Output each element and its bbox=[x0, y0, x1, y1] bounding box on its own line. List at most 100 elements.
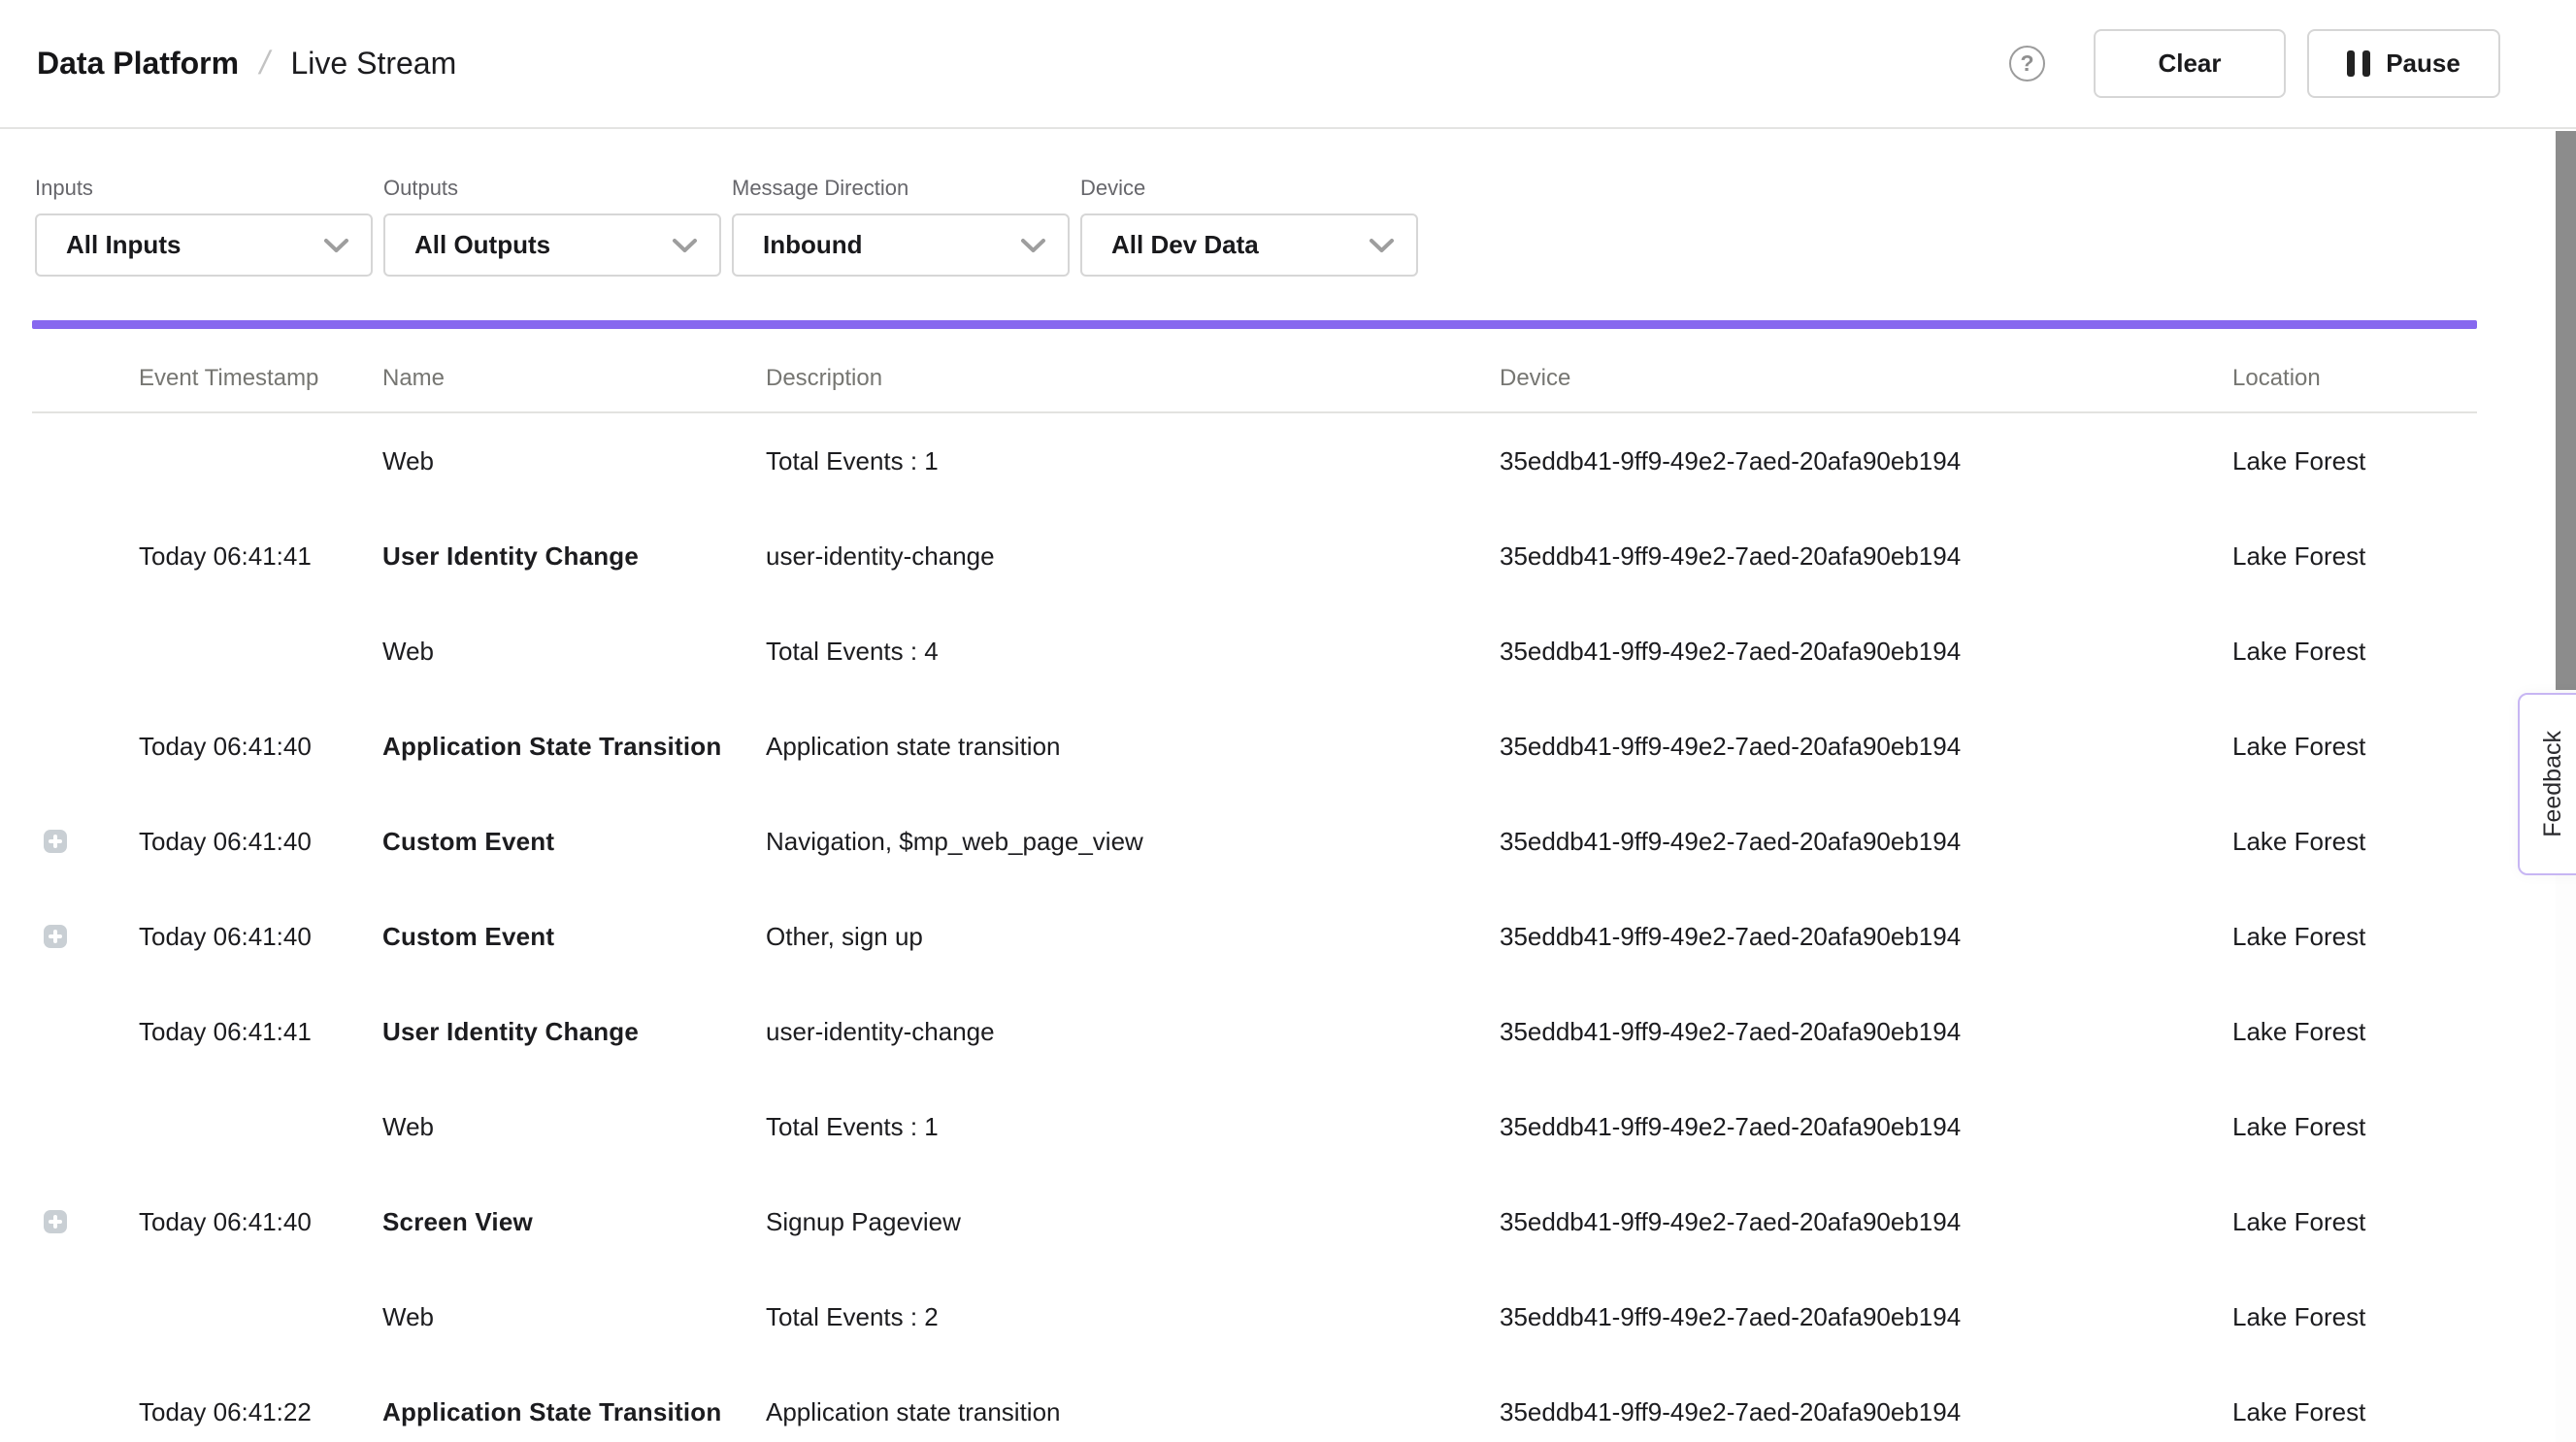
event-device: 35eddb41-9ff9-49e2-7aed-20afa90eb194 bbox=[1500, 1017, 2232, 1047]
event-description: user-identity-change bbox=[766, 1017, 1500, 1047]
stream-progress-bar bbox=[32, 320, 2477, 329]
expand-plus-icon[interactable] bbox=[44, 1210, 67, 1233]
event-description: Total Events : 4 bbox=[766, 637, 1500, 667]
event-timestamp: Today 06:41:40 bbox=[139, 732, 382, 762]
expand-plus-icon[interactable] bbox=[44, 830, 67, 853]
event-name: Screen View bbox=[382, 1207, 766, 1237]
event-timestamp: Today 06:41:41 bbox=[139, 541, 382, 572]
event-device: 35eddb41-9ff9-49e2-7aed-20afa90eb194 bbox=[1500, 1207, 2232, 1237]
event-description: Other, sign up bbox=[766, 922, 1500, 952]
event-device: 35eddb41-9ff9-49e2-7aed-20afa90eb194 bbox=[1500, 827, 2232, 857]
inputs-dropdown[interactable]: All Inputs bbox=[35, 213, 373, 277]
table-row[interactable]: Today 06:41:40 Custom Event Other, sign … bbox=[32, 889, 2477, 984]
event-timestamp: Today 06:41:41 bbox=[139, 1017, 382, 1047]
inputs-dropdown-value: All Inputs bbox=[66, 230, 181, 260]
scrollbar-thumb[interactable] bbox=[2556, 131, 2576, 690]
table-row[interactable]: Web Total Events : 1 35eddb41-9ff9-49e2-… bbox=[32, 413, 2477, 508]
event-timestamp: Today 06:41:40 bbox=[139, 922, 382, 952]
filter-message-direction-label: Message Direction bbox=[732, 176, 1070, 201]
event-name: Web bbox=[382, 637, 766, 667]
column-header-device: Device bbox=[1500, 365, 2232, 392]
event-description: Navigation, $mp_web_page_view bbox=[766, 827, 1500, 857]
event-device: 35eddb41-9ff9-49e2-7aed-20afa90eb194 bbox=[1500, 1397, 2232, 1427]
table-row[interactable]: Today 06:41:22 Application State Transit… bbox=[32, 1364, 2477, 1442]
filter-outputs-label: Outputs bbox=[383, 176, 721, 201]
filter-inputs-label: Inputs bbox=[35, 176, 373, 201]
event-timestamp: Today 06:41:22 bbox=[139, 1397, 382, 1427]
event-location: Lake Forest bbox=[2232, 446, 2477, 476]
filter-device: Device All Dev Data bbox=[1080, 176, 1418, 277]
column-header-location: Location bbox=[2232, 365, 2477, 392]
filter-device-label: Device bbox=[1080, 176, 1418, 201]
event-device: 35eddb41-9ff9-49e2-7aed-20afa90eb194 bbox=[1500, 637, 2232, 667]
pause-button-label: Pause bbox=[2386, 49, 2460, 79]
event-description: Application state transition bbox=[766, 732, 1500, 762]
device-dropdown-value: All Dev Data bbox=[1111, 230, 1259, 260]
event-name: Custom Event bbox=[382, 922, 766, 952]
table-header-row: Event Timestamp Name Description Device … bbox=[32, 329, 2477, 413]
filter-outputs: Outputs All Outputs bbox=[383, 176, 721, 277]
event-name: Custom Event bbox=[382, 827, 766, 857]
column-header-description: Description bbox=[766, 365, 1500, 392]
pause-icon bbox=[2347, 50, 2370, 77]
event-table: Event Timestamp Name Description Device … bbox=[32, 329, 2477, 1442]
event-timestamp: Today 06:41:40 bbox=[139, 1207, 382, 1237]
event-location: Lake Forest bbox=[2232, 827, 2477, 857]
expand-plus-icon[interactable] bbox=[44, 925, 67, 948]
event-name: Web bbox=[382, 446, 766, 476]
message-direction-dropdown-value: Inbound bbox=[763, 230, 863, 260]
feedback-tab-label: Feedback bbox=[2539, 731, 2567, 837]
chevron-down-icon bbox=[323, 238, 349, 253]
event-device: 35eddb41-9ff9-49e2-7aed-20afa90eb194 bbox=[1500, 446, 2232, 476]
chevron-down-icon bbox=[1369, 238, 1395, 253]
device-dropdown[interactable]: All Dev Data bbox=[1080, 213, 1418, 277]
event-device: 35eddb41-9ff9-49e2-7aed-20afa90eb194 bbox=[1500, 1112, 2232, 1142]
event-location: Lake Forest bbox=[2232, 541, 2477, 572]
event-description: user-identity-change bbox=[766, 541, 1500, 572]
event-location: Lake Forest bbox=[2232, 922, 2477, 952]
event-location: Lake Forest bbox=[2232, 1207, 2477, 1237]
table-row[interactable]: Web Total Events : 1 35eddb41-9ff9-49e2-… bbox=[32, 1079, 2477, 1174]
event-name: Web bbox=[382, 1112, 766, 1142]
event-location: Lake Forest bbox=[2232, 637, 2477, 667]
event-description: Total Events : 2 bbox=[766, 1302, 1500, 1332]
table-row[interactable]: Today 06:41:40 Custom Event Navigation, … bbox=[32, 794, 2477, 889]
chevron-down-icon bbox=[672, 238, 698, 253]
table-row[interactable]: Today 06:41:41 User Identity Change user… bbox=[32, 984, 2477, 1079]
breadcrumb: Data Platform / Live Stream bbox=[37, 45, 456, 82]
table-row[interactable]: Today 06:41:40 Screen View Signup Pagevi… bbox=[32, 1174, 2477, 1269]
breadcrumb-section[interactable]: Data Platform bbox=[37, 46, 239, 82]
event-location: Lake Forest bbox=[2232, 732, 2477, 762]
event-location: Lake Forest bbox=[2232, 1017, 2477, 1047]
event-device: 35eddb41-9ff9-49e2-7aed-20afa90eb194 bbox=[1500, 922, 2232, 952]
feedback-tab[interactable]: Feedback bbox=[2518, 693, 2576, 875]
table-row[interactable]: Today 06:41:40 Application State Transit… bbox=[32, 699, 2477, 794]
event-device: 35eddb41-9ff9-49e2-7aed-20afa90eb194 bbox=[1500, 541, 2232, 572]
top-bar: Data Platform / Live Stream ? Clear Paus… bbox=[0, 0, 2576, 129]
table-body: Web Total Events : 1 35eddb41-9ff9-49e2-… bbox=[32, 413, 2477, 1442]
event-location: Lake Forest bbox=[2232, 1112, 2477, 1142]
event-name: Application State Transition bbox=[382, 1397, 766, 1427]
filter-bar: Inputs All Inputs Outputs All Outputs Me… bbox=[35, 176, 1418, 277]
event-description: Total Events : 1 bbox=[766, 1112, 1500, 1142]
breadcrumb-separator: / bbox=[256, 45, 274, 82]
table-row[interactable]: Today 06:41:41 User Identity Change user… bbox=[32, 508, 2477, 604]
table-row[interactable]: Web Total Events : 2 35eddb41-9ff9-49e2-… bbox=[32, 1269, 2477, 1364]
outputs-dropdown-value: All Outputs bbox=[414, 230, 550, 260]
table-row[interactable]: Web Total Events : 4 35eddb41-9ff9-49e2-… bbox=[32, 604, 2477, 699]
filter-inputs: Inputs All Inputs bbox=[35, 176, 373, 277]
pause-button[interactable]: Pause bbox=[2307, 29, 2500, 98]
outputs-dropdown[interactable]: All Outputs bbox=[383, 213, 721, 277]
chevron-down-icon bbox=[1020, 238, 1046, 253]
filter-message-direction: Message Direction Inbound bbox=[732, 176, 1070, 277]
event-location: Lake Forest bbox=[2232, 1397, 2477, 1427]
event-device: 35eddb41-9ff9-49e2-7aed-20afa90eb194 bbox=[1500, 732, 2232, 762]
event-description: Signup Pageview bbox=[766, 1207, 1500, 1237]
event-description: Application state transition bbox=[766, 1397, 1500, 1427]
message-direction-dropdown[interactable]: Inbound bbox=[732, 213, 1070, 277]
page-title: Live Stream bbox=[291, 46, 457, 82]
column-header-name: Name bbox=[382, 365, 766, 392]
help-icon[interactable]: ? bbox=[2009, 46, 2045, 82]
clear-button-label: Clear bbox=[2158, 49, 2221, 79]
clear-button[interactable]: Clear bbox=[2094, 29, 2286, 98]
